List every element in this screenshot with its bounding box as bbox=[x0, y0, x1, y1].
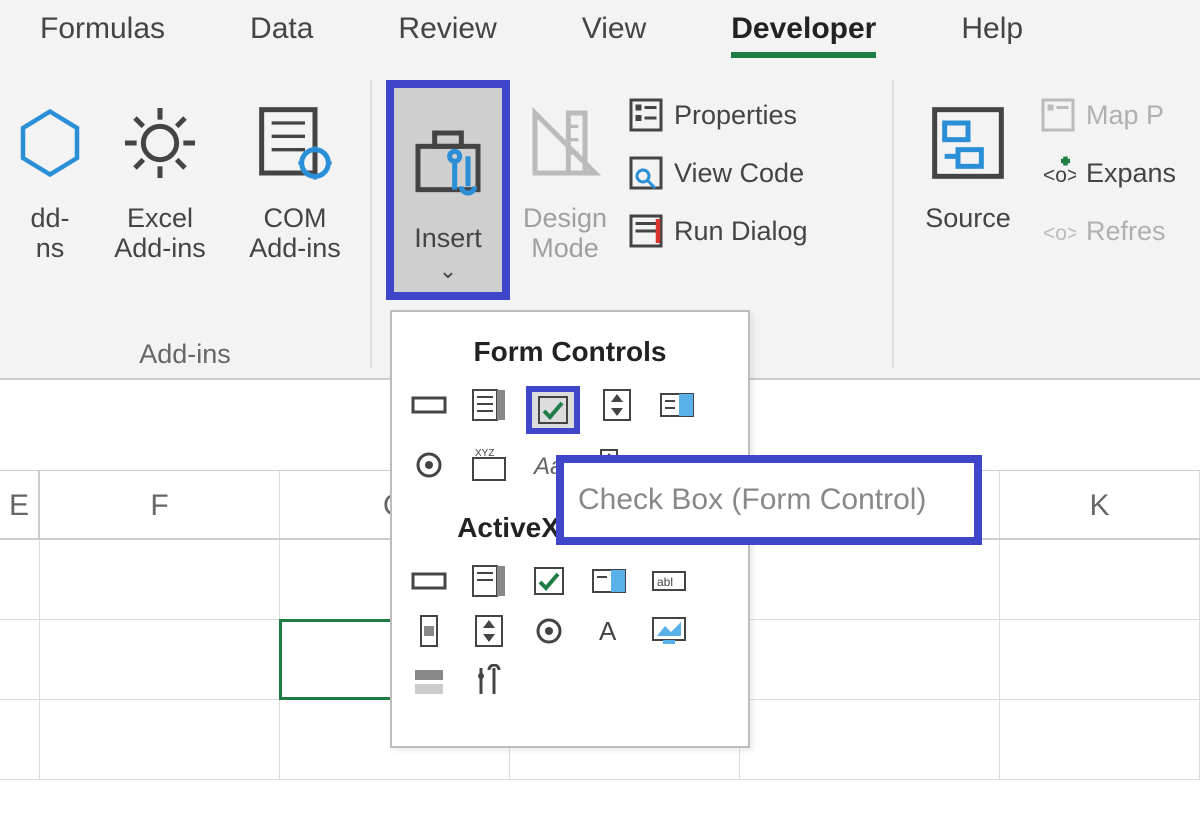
form-checkbox-control[interactable] bbox=[526, 386, 580, 434]
tab-help[interactable]: Help bbox=[961, 12, 1023, 52]
ax-combobox-control[interactable] bbox=[466, 562, 512, 600]
ax-morecontrols-control[interactable] bbox=[466, 662, 512, 700]
ax-listbox-control[interactable] bbox=[586, 562, 632, 600]
xml-small-buttons: Map P <o> Expans <o> Refres bbox=[1040, 80, 1176, 260]
run-dialog-icon bbox=[628, 213, 664, 249]
addins-button-trunc[interactable]: dd- ns bbox=[15, 80, 85, 263]
com-addins-button[interactable]: COM Add-ins bbox=[235, 80, 355, 263]
tooltip-checkbox: Check Box (Form Control) bbox=[556, 455, 982, 545]
expansion-icon: <o> bbox=[1040, 155, 1076, 191]
run-dialog-button[interactable]: Run Dialog bbox=[628, 208, 808, 254]
ribbon-tabs: Formulas Data Review View Developer Help bbox=[0, 0, 1200, 70]
group-label-addins: Add-ins bbox=[139, 339, 231, 370]
design-mode-button[interactable]: Design Mode bbox=[510, 80, 620, 300]
ax-label-control[interactable]: A bbox=[586, 612, 632, 650]
tab-data[interactable]: Data bbox=[250, 12, 313, 52]
form-optionbutton-control[interactable] bbox=[406, 446, 452, 484]
ax-image-control[interactable] bbox=[646, 612, 692, 650]
source-button[interactable]: Source bbox=[908, 80, 1028, 260]
svg-text:<o>: <o> bbox=[1043, 164, 1076, 187]
form-groupbox-control[interactable]: XYZ bbox=[466, 446, 512, 484]
ax-textbox-control[interactable]: abl bbox=[646, 562, 692, 600]
group-addins: dd- ns Excel Add-ins COM Add-ins Add-ins bbox=[0, 70, 370, 378]
activex-controls-grid: abl A bbox=[400, 562, 740, 700]
list-gear-icon bbox=[255, 88, 335, 198]
ax-togglebutton-control[interactable] bbox=[406, 662, 452, 700]
map-properties-icon bbox=[1040, 97, 1076, 133]
tab-formulas[interactable]: Formulas bbox=[40, 12, 165, 52]
refresh-data-button[interactable]: <o> Refres bbox=[1040, 208, 1176, 254]
gear-icon bbox=[120, 88, 200, 198]
form-combobox-control[interactable] bbox=[466, 386, 512, 424]
col-header[interactable]: E bbox=[0, 471, 40, 538]
group-xml: Source Map P <o> Expans <o> Refres bbox=[894, 70, 1200, 378]
ax-spinbutton-control[interactable] bbox=[466, 612, 512, 650]
ax-checkbox-control[interactable] bbox=[526, 562, 572, 600]
form-spinner-control[interactable] bbox=[594, 386, 640, 424]
ruler-triangle-icon bbox=[525, 88, 605, 198]
form-button-control[interactable] bbox=[406, 386, 452, 424]
insert-button[interactable]: Insert ⌄ bbox=[386, 80, 510, 300]
tab-developer[interactable]: Developer bbox=[731, 12, 876, 58]
expansion-packs-button[interactable]: <o> Expans bbox=[1040, 150, 1176, 196]
tab-view[interactable]: View bbox=[582, 12, 646, 52]
col-header-k[interactable]: K bbox=[1000, 471, 1200, 538]
ax-commandbutton-control[interactable] bbox=[406, 562, 452, 600]
hexagon-icon bbox=[20, 88, 80, 198]
source-icon bbox=[928, 88, 1008, 198]
ax-optionbutton-control[interactable] bbox=[526, 612, 572, 650]
ax-scrollbar-control[interactable] bbox=[406, 612, 452, 650]
form-controls-heading: Form Controls bbox=[400, 336, 740, 368]
svg-text:A: A bbox=[599, 616, 617, 646]
view-code-icon bbox=[628, 155, 664, 191]
excel-addins-button[interactable]: Excel Add-ins bbox=[105, 80, 215, 263]
svg-text:XYZ: XYZ bbox=[475, 448, 494, 459]
tab-review[interactable]: Review bbox=[398, 12, 496, 52]
chevron-down-icon: ⌄ bbox=[439, 258, 457, 284]
svg-text:abl: abl bbox=[657, 575, 673, 589]
svg-text:<o>: <o> bbox=[1043, 222, 1076, 245]
properties-icon bbox=[628, 97, 664, 133]
toolbox-icon bbox=[408, 108, 488, 218]
form-listbox-control[interactable] bbox=[654, 386, 700, 424]
controls-small-buttons: Properties View Code Run Dialog bbox=[620, 80, 808, 300]
refresh-icon: <o> bbox=[1040, 213, 1076, 249]
view-code-button[interactable]: View Code bbox=[628, 150, 808, 196]
properties-button[interactable]: Properties bbox=[628, 92, 808, 138]
map-properties-button[interactable]: Map P bbox=[1040, 92, 1176, 138]
col-header-f[interactable]: F bbox=[40, 471, 280, 538]
